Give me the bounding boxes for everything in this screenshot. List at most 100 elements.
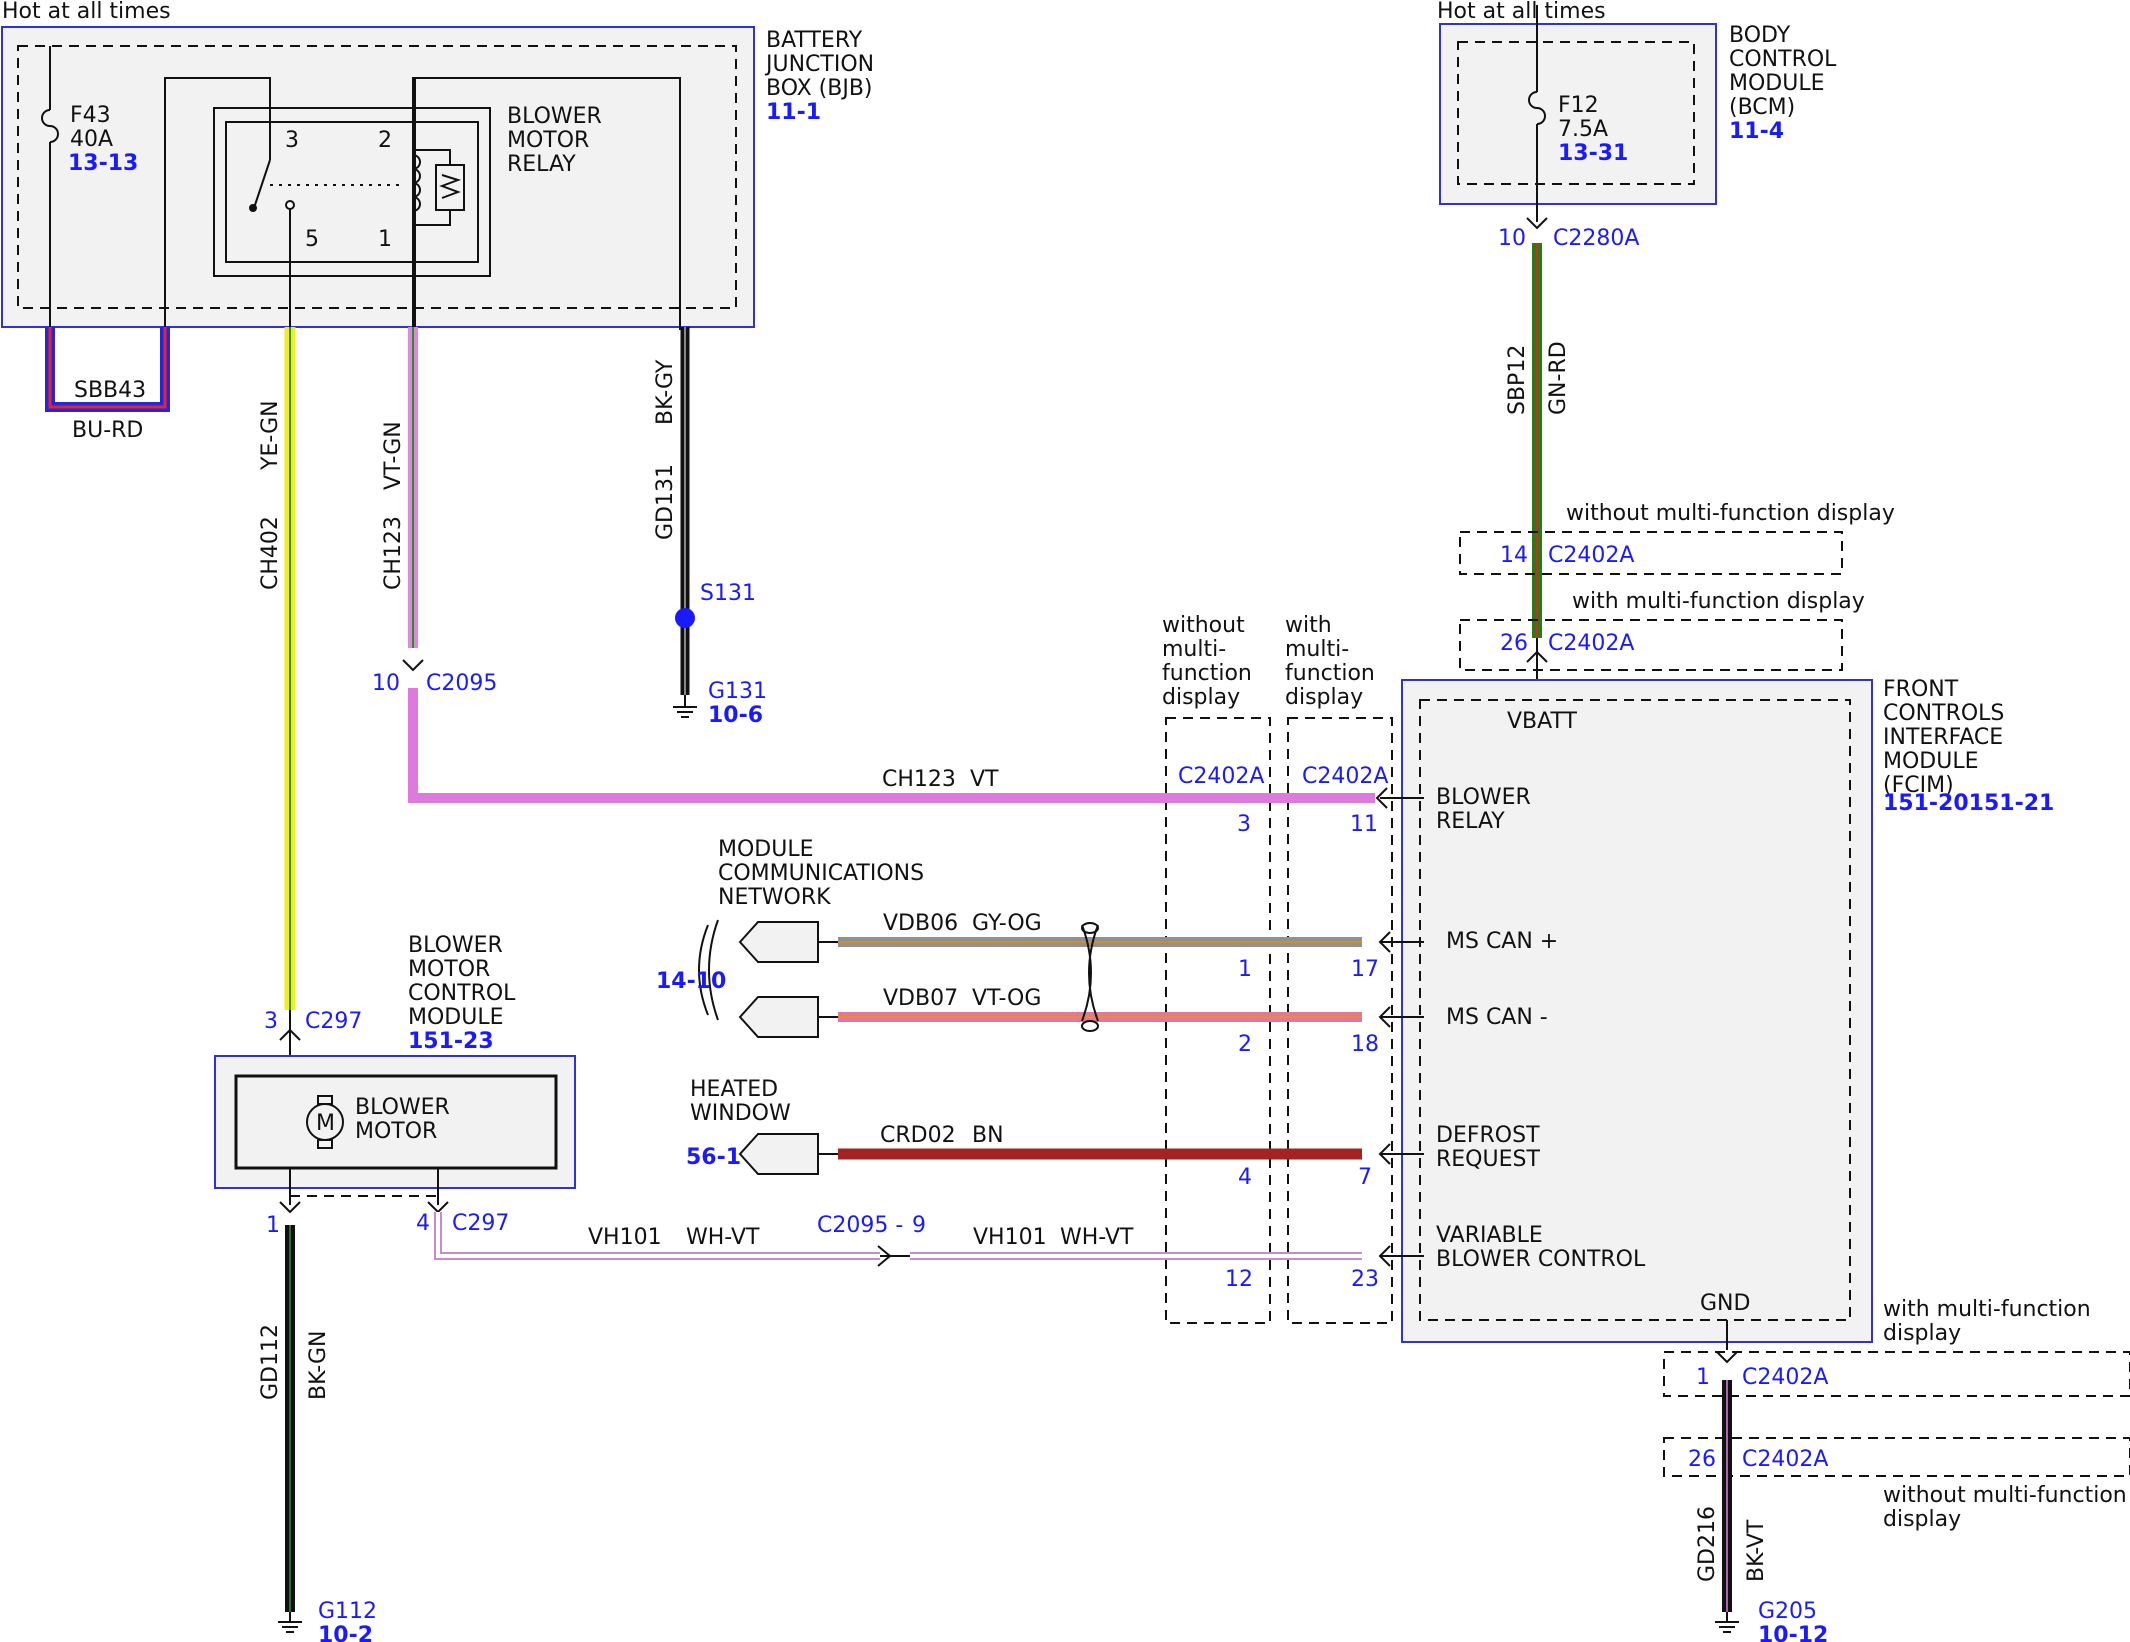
gd131-circuit: GD131 <box>653 464 678 540</box>
fcim-blower-relay-1: BLOWER <box>1436 785 1531 810</box>
c2402a-col2-label: C2402A <box>1302 764 1388 789</box>
g205-ref-link[interactable]: 10-12 <box>1758 1623 1828 1642</box>
bjb-name-3: BOX (BJB) <box>766 76 873 101</box>
blower-motor-label-1: BLOWER <box>355 1095 450 1120</box>
ch123-horiz-color: VT <box>970 767 999 792</box>
fcim-name-1: FRONT <box>1883 677 1959 702</box>
bottom-without-pin: 26 <box>1688 1447 1716 1472</box>
relay-name-2: MOTOR <box>507 128 589 153</box>
gnd-connector-arrow <box>1716 1351 1738 1364</box>
fcim-ms-can-minus: MS CAN - <box>1446 1005 1548 1030</box>
bcm-name-2: CONTROL <box>1729 47 1837 72</box>
bottom-without-2: display <box>1883 1507 1961 1532</box>
col-without-2: multi- <box>1162 637 1226 662</box>
c297-right-pin: 4 <box>416 1211 430 1236</box>
vh101-a-circuit: VH101 <box>588 1225 662 1250</box>
relay-pin-5: 5 <box>305 227 319 252</box>
f12-ref-link[interactable]: 13-31 <box>1558 141 1628 166</box>
vdb06-circuit: VDB06 <box>883 911 958 936</box>
bottom-with-pin: 1 <box>1696 1365 1710 1390</box>
bmcm-name-3: CONTROL <box>408 981 516 1006</box>
relay-contact <box>285 200 295 210</box>
bmcm-ref-link[interactable]: 151-23 <box>408 1029 494 1054</box>
top-without-c2402a: C2402A <box>1548 543 1634 568</box>
bmcm-name-2: MOTOR <box>408 957 490 982</box>
g112-label: G112 <box>318 1599 377 1624</box>
network-minus-connector <box>738 996 819 1038</box>
bottom-without-mfd-box <box>1663 1437 2130 1477</box>
g112-ref-link[interactable]: 10-2 <box>318 1623 373 1642</box>
fcim-defrost-2: REQUEST <box>1436 1147 1540 1172</box>
vdb06-color: GY-OG <box>972 911 1042 936</box>
network-ref-link[interactable]: 14-10 <box>656 969 726 994</box>
bcm-name-1: BODY <box>1729 23 1791 48</box>
top-with-c2402a: C2402A <box>1548 631 1634 656</box>
g131-label: G131 <box>708 679 767 704</box>
f43-label: F43 <box>70 103 111 128</box>
bottom-without-1: without multi-function <box>1883 1483 2127 1508</box>
splice-s131-dot <box>675 608 695 628</box>
col-without-3: function <box>1162 661 1252 686</box>
front-controls-interface-module: VBATT BLOWER RELAY MS CAN + MS CAN - DEF… <box>1380 679 1873 1343</box>
gd216-circuit: GD216 <box>1695 1506 1720 1582</box>
motor-symbol-letter: M <box>316 1111 335 1136</box>
ch402-circuit: CH402 <box>258 516 283 590</box>
relay-switch-pivot <box>249 204 257 212</box>
fcim-name-2: CONTROLS <box>1883 701 2004 726</box>
fcim-name-3: INTERFACE <box>1883 725 2003 750</box>
blower-motor-control-module: M BLOWER MOTOR <box>214 1055 576 1205</box>
ground-g131-symbol <box>673 695 697 718</box>
sbp12-circuit: SBP12 <box>1505 345 1530 415</box>
f43-ref-link[interactable]: 13-13 <box>68 151 138 176</box>
bjb-outline <box>1 26 755 328</box>
ch402-color: YE-GN <box>258 400 283 471</box>
bcm-name-3: MODULE <box>1729 71 1825 96</box>
ch123-vert-circuit: CH123 <box>381 516 406 590</box>
network-plus-connector <box>738 921 819 963</box>
gd216-color: BK-VT <box>1744 1519 1769 1582</box>
bcm-ref-link[interactable]: 11-4 <box>1729 119 1784 144</box>
col2-pin-17: 17 <box>1351 957 1379 982</box>
c2280a-label: C2280A <box>1553 226 1639 251</box>
gd131-color: BK-GY <box>653 359 678 425</box>
relay-pin-2: 2 <box>378 128 392 153</box>
bjb-name-2: JUNCTION <box>764 52 874 77</box>
c2280a-pin: 10 <box>1498 226 1526 251</box>
c2095-pin: 10 <box>372 671 400 696</box>
col1-pin-1: 1 <box>1238 957 1252 982</box>
col-with-3: function <box>1285 661 1375 686</box>
heated-window-ref-link[interactable]: 56-1 <box>686 1145 741 1170</box>
relay-pin-3: 3 <box>285 128 299 153</box>
bmcm-name-1: BLOWER <box>408 933 503 958</box>
bcm-name-4: (BCM) <box>1729 95 1795 120</box>
blower-motor-label-2: MOTOR <box>355 1119 437 1144</box>
top-without-pin: 14 <box>1500 543 1528 568</box>
col1-pin-2: 2 <box>1238 1032 1252 1057</box>
battery-junction-box: F43 40A 13-13 3 2 5 1 BLOWER MOTOR RELAY <box>1 26 755 330</box>
col1-pin-12: 12 <box>1225 1267 1253 1292</box>
top-with-pin: 26 <box>1500 631 1528 656</box>
c297-bottom-label: C297 <box>452 1211 509 1236</box>
network-title-2: COMMUNICATIONS <box>718 861 924 886</box>
crd02-color: BN <box>972 1123 1004 1148</box>
heated-window-title-2: WINDOW <box>690 1101 791 1126</box>
top-with-mfd-label: with multi-function display <box>1572 589 1865 614</box>
c297-top-pin: 3 <box>264 1009 278 1034</box>
sbp12-color: GN-RD <box>1546 341 1571 415</box>
sbb43-circuit: SBB43 <box>74 378 146 403</box>
bjb-ref-link[interactable]: 11-1 <box>766 100 821 125</box>
f43-rating: 40A <box>70 127 113 152</box>
c2402a-col1-label: C2402A <box>1178 764 1264 789</box>
g131-ref-link[interactable]: 10-6 <box>708 703 763 728</box>
c2095-label: C2095 <box>426 671 497 696</box>
fcim-ref-link[interactable]: 151-20151-21 <box>1883 791 2054 816</box>
fcim-name-4: MODULE <box>1883 749 1979 774</box>
gd112-circuit: GD112 <box>258 1324 283 1400</box>
col-without-4: display <box>1162 685 1240 710</box>
bottom-with-c2402a: C2402A <box>1742 1365 1828 1390</box>
heated-window-connector <box>738 1133 819 1175</box>
fcim-variable-2: BLOWER CONTROL <box>1436 1247 1646 1272</box>
ch123-vert-color: VT-GN <box>381 421 406 490</box>
relay-name-1: BLOWER <box>507 104 602 129</box>
fcim-defrost-1: DEFROST <box>1436 1123 1540 1148</box>
